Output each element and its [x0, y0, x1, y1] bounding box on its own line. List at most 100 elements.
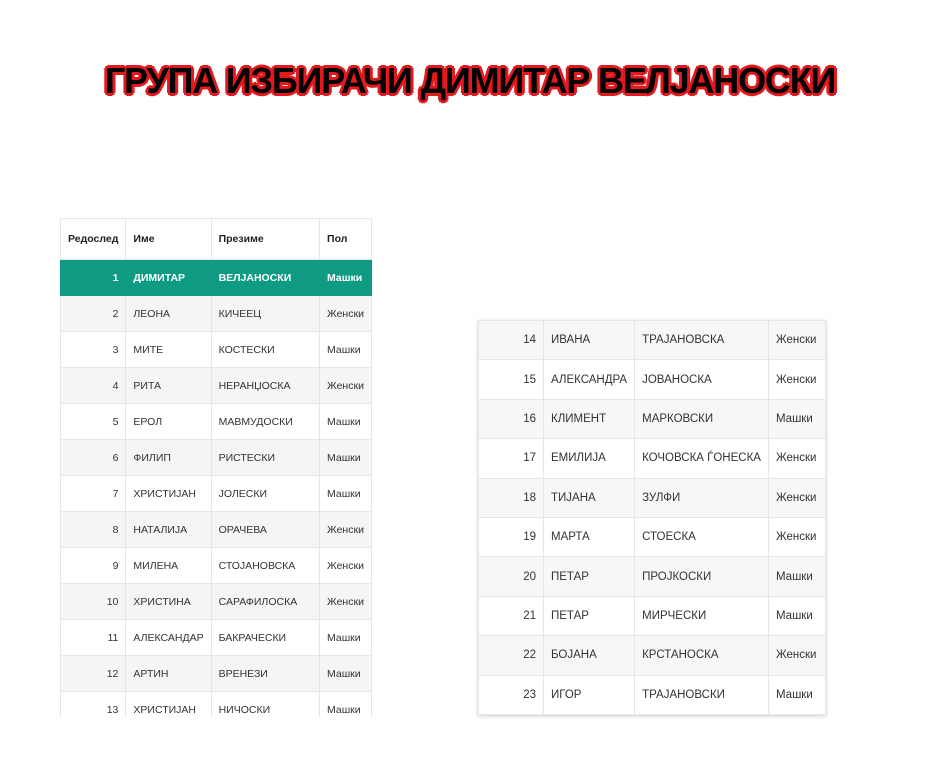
cell-first-name: ТИЈАНА — [542, 477, 636, 518]
cell-last-name: ЈОЛЕСКИ — [210, 475, 321, 512]
cell-first-name: РИТА — [125, 367, 212, 404]
cell-gender: Машки — [319, 475, 372, 512]
table-row[interactable]: 8 НАТАЛИЈА ОРАЧЕВА Женски — [60, 511, 372, 548]
cell-order: 16 — [478, 398, 544, 440]
cell-order: 22 — [478, 635, 544, 676]
cell-gender: Женски — [319, 583, 372, 620]
cell-last-name: КРСТАНОСКА — [634, 635, 769, 676]
cell-gender: Женски — [319, 295, 372, 332]
cell-last-name: МИРЧЕСКИ — [634, 595, 769, 637]
cell-last-name: МАВМУДОСКИ — [210, 403, 321, 440]
column-header-last-name[interactable]: Презиме — [210, 218, 321, 260]
cell-order: 19 — [478, 516, 544, 558]
cell-order: 4 — [60, 367, 127, 404]
table-row[interactable]: 7 ХРИСТИЈАН ЈОЛЕСКИ Машки — [60, 475, 372, 512]
cell-order: 23 — [478, 674, 544, 715]
cell-first-name: ХРИСТИЈАН — [125, 475, 212, 512]
table-row[interactable]: 18 ТИЈАНА ЗУЛФИ Женски — [478, 477, 826, 518]
cell-first-name: КЛИМЕНТ — [542, 398, 636, 440]
table-row[interactable]: 17 ЕМИЛИЈА КОЧОВСКА ЃОНЕСКА Женски — [478, 438, 826, 479]
cell-last-name: ВРЕНЕЗИ — [210, 655, 321, 692]
table-row[interactable]: 13 ХРИСТИЈАН НИЧОСКИ Машки — [60, 691, 372, 717]
cell-last-name: ВЕЛЈАНОСКИ — [210, 259, 321, 296]
cell-last-name: ЗУЛФИ — [634, 477, 769, 518]
table-row[interactable]: 21 ПЕТАР МИРЧЕСКИ Машки — [478, 595, 826, 637]
cell-last-name: МАРКОВСКИ — [634, 398, 769, 440]
cell-last-name: ТРАЈАНОВСКИ — [634, 674, 769, 715]
cell-order: 15 — [478, 359, 544, 400]
cell-first-name: ЕРОЛ — [125, 403, 212, 440]
candidate-list-table-1: Редослед Име Презиме Пол 1 ДИМИТАР ВЕЛЈАНО… — [60, 218, 372, 717]
cell-gender: Машки — [319, 259, 372, 296]
cell-first-name: ЕМИЛИЈА — [542, 438, 636, 479]
cell-order: 5 — [60, 403, 127, 440]
cell-last-name: НИЧОСКИ — [210, 691, 321, 717]
cell-gender: Женски — [319, 367, 372, 404]
cell-first-name: ДИМИТАР — [125, 259, 212, 296]
cell-first-name: НАТАЛИЈА — [125, 511, 212, 548]
table-row[interactable]: 6 ФИЛИП РИСТЕСКИ Машки — [60, 439, 372, 476]
cell-first-name: АЛЕКСАНДРА — [542, 359, 636, 400]
cell-first-name: МИЛЕНА — [125, 547, 212, 584]
table-row[interactable]: 2 ЛЕОНА КИЧЕЕЦ Женски — [60, 295, 372, 332]
cell-gender: Машки — [319, 655, 372, 692]
cell-gender: Машки — [767, 398, 826, 440]
cell-gender: Женски — [767, 359, 826, 400]
cell-gender: Женски — [767, 477, 826, 518]
column-header-gender[interactable]: Пол — [319, 218, 372, 260]
table-row[interactable]: 10 ХРИСТИНА САРАФИЛОСКА Женски — [60, 583, 372, 620]
cell-gender: Машки — [767, 556, 826, 597]
cell-first-name: ИВАНА — [542, 319, 636, 361]
candidate-list-table-2: 14 ИВАНА ТРАЈАНОВСКА Женски 15 АЛЕКСАНДРА ЈОВА… — [478, 319, 826, 715]
table-row[interactable]: 4 РИТА НЕРАНЏОСКА Женски — [60, 367, 372, 404]
cell-gender: Женски — [767, 635, 826, 676]
cell-first-name: ПЕТАР — [542, 595, 636, 637]
cell-last-name: ПРОЈКОСКИ — [634, 556, 769, 597]
cell-order: 8 — [60, 511, 127, 548]
cell-gender: Женски — [767, 516, 826, 558]
cell-gender: Машки — [767, 595, 826, 637]
candidate-list-table-1-container[interactable]: Редослед Име Презиме Пол 1 ДИМИТАР ВЕЛЈАНО… — [60, 218, 372, 717]
table-row[interactable]: 11 АЛЕКСАНДАР БАКРАЧЕСКИ Машки — [60, 619, 372, 656]
cell-order: 12 — [60, 655, 127, 692]
cell-last-name: КИЧЕЕЦ — [210, 295, 321, 332]
cell-gender: Женски — [767, 438, 826, 479]
table-row[interactable]: 20 ПЕТАР ПРОЈКОСКИ Машки — [478, 556, 826, 597]
cell-first-name: ФИЛИП — [125, 439, 212, 476]
cell-last-name: САРАФИЛОСКА — [210, 583, 321, 620]
table-row[interactable]: 16 КЛИМЕНТ МАРКОВСКИ Машки — [478, 398, 826, 440]
cell-order: 2 — [60, 295, 127, 332]
cell-first-name: АЛЕКСАНДАР — [125, 619, 212, 656]
cell-last-name: КОЧОВСКА ЃОНЕСКА — [634, 438, 769, 479]
cell-order: 17 — [478, 438, 544, 479]
cell-gender: Машки — [319, 691, 372, 717]
cell-gender: Женски — [319, 547, 372, 584]
table-row[interactable]: 9 МИЛЕНА СТОЈАНОВСКА Женски — [60, 547, 372, 584]
table-row[interactable]: 1 ДИМИТАР ВЕЛЈАНОСКИ Машки — [60, 259, 372, 296]
cell-order: 21 — [478, 595, 544, 637]
table-row[interactable]: 22 БОЈАНА КРСТАНОСКА Женски — [478, 635, 826, 676]
cell-first-name: ЛЕОНА — [125, 295, 212, 332]
table-row[interactable]: 5 ЕРОЛ МАВМУДОСКИ Машки — [60, 403, 372, 440]
cell-first-name: ХРИСТИНА — [125, 583, 212, 620]
table-row[interactable]: 12 АРТИН ВРЕНЕЗИ Машки — [60, 655, 372, 692]
table-row[interactable]: 14 ИВАНА ТРАЈАНОВСКА Женски — [478, 319, 826, 361]
cell-gender: Машки — [319, 439, 372, 476]
cell-first-name: АРТИН — [125, 655, 212, 692]
table-row[interactable]: 15 АЛЕКСАНДРА ЈОВАНОСКА Женски — [478, 359, 826, 400]
cell-last-name: СТОЕСКА — [634, 516, 769, 558]
table-row[interactable]: 3 МИТЕ КОСТЕСКИ Машки — [60, 331, 372, 368]
table-row[interactable]: 19 МАРТА СТОЕСКА Женски — [478, 516, 826, 558]
cell-order: 20 — [478, 556, 544, 597]
table-row[interactable]: 23 ИГОР ТРАЈАНОВСКИ Машки — [478, 674, 826, 715]
column-header-first-name[interactable]: Име — [125, 218, 212, 260]
cell-first-name: ПЕТАР — [542, 556, 636, 597]
cell-first-name: ХРИСТИЈАН — [125, 691, 212, 717]
cell-gender: Машки — [319, 619, 372, 656]
cell-last-name: БАКРАЧЕСКИ — [210, 619, 321, 656]
column-header-order[interactable]: Редослед — [60, 218, 127, 260]
cell-first-name: ИГОР — [542, 674, 636, 715]
cell-first-name: МИТЕ — [125, 331, 212, 368]
cell-first-name: МАРТА — [542, 516, 636, 558]
cell-order: 7 — [60, 475, 127, 512]
